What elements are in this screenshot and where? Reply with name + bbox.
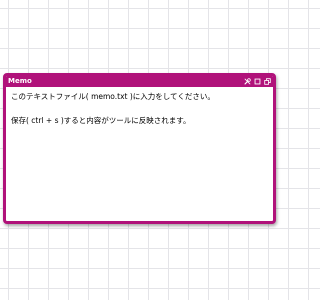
- memo-line: このテキストファイル( memo.txt )に入力をしてください。: [11, 92, 215, 101]
- restore-icon[interactable]: [264, 78, 271, 85]
- memo-line: [11, 103, 268, 115]
- title-bar[interactable]: Memo: [6, 76, 273, 87]
- memo-text-area[interactable]: このテキストファイル( memo.txt )に入力をしてください。 保存( ct…: [6, 87, 273, 127]
- window-title: Memo: [8, 77, 32, 85]
- tools-icon[interactable]: [244, 78, 251, 85]
- memo-line: 保存( ctrl + s )すると内容がツールに反映されます。: [11, 116, 191, 125]
- maximize-icon[interactable]: [254, 78, 261, 85]
- title-bar-controls: [244, 78, 271, 85]
- memo-window: Memo このテキストファイル( memo.txt)に入力をしてください。 保…: [3, 73, 276, 224]
